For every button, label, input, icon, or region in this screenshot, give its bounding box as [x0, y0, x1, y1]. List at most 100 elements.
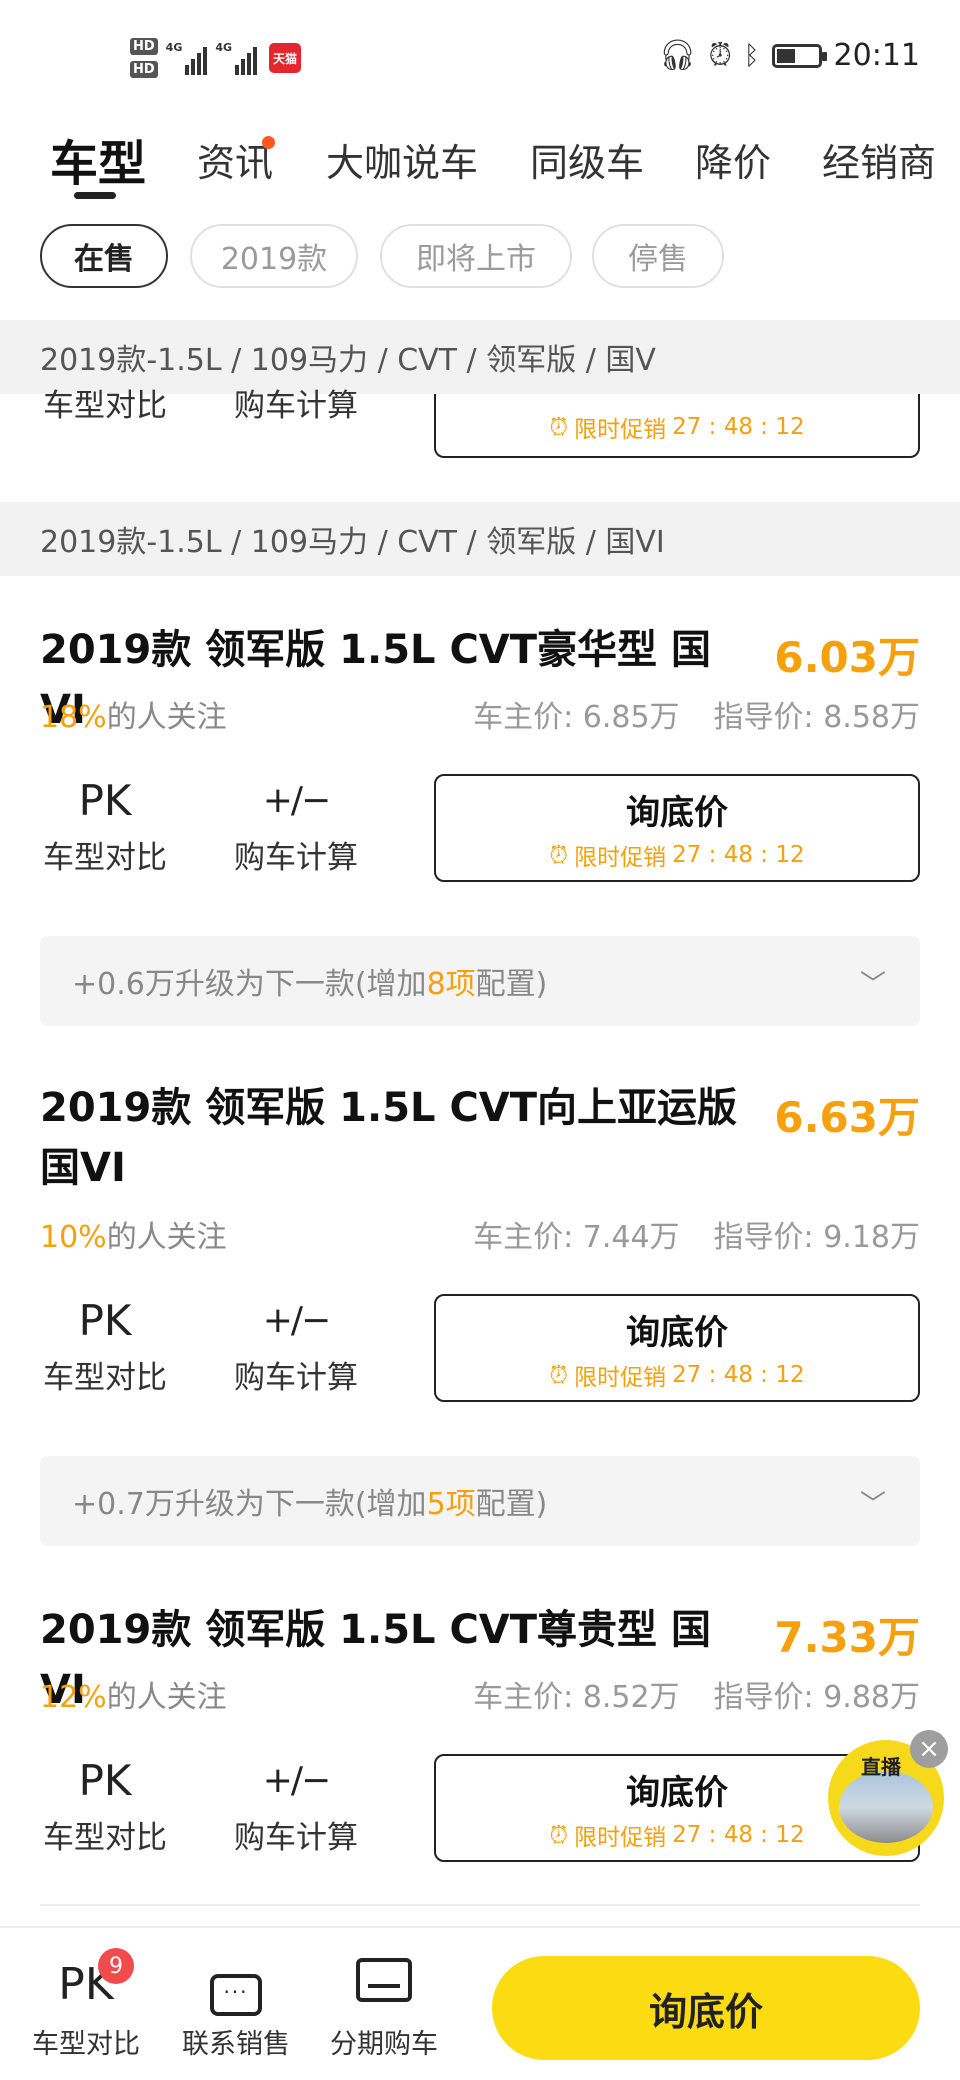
- promo-label: 限时促销: [574, 844, 667, 871]
- compare-action[interactable]: PK 车型对比: [35, 774, 175, 877]
- compare-label: 车型对比: [43, 840, 167, 876]
- contact-sales-label: 联系销售: [182, 2029, 290, 2060]
- reference-prices: 车主价: 8.52万 指导价: 9.88万: [473, 1672, 920, 1716]
- calc-action[interactable]: +/− 购车计算: [226, 774, 366, 877]
- follow-percent: 12%: [40, 1680, 107, 1715]
- follow-suffix: 的人关注: [106, 1220, 227, 1255]
- ask-price-button[interactable]: 询底价 ⏰︎ 限时促销 27 : 48 : 12: [434, 1294, 920, 1402]
- tab-competitors[interactable]: 同级车: [530, 132, 644, 187]
- upgrade-hint[interactable]: +0.6万升级为下一款(增加 8项 配置) ﹀: [40, 936, 920, 1026]
- promo-label: 限时促销: [574, 1364, 667, 1391]
- alarm-icon: ⏰︎: [708, 37, 732, 73]
- clock: 20:11: [833, 38, 920, 73]
- upgrade-count: 8项: [426, 967, 476, 1002]
- calculator-icon: +/−: [262, 1760, 331, 1801]
- guide-price: 指导价: 9.18万: [713, 1220, 920, 1255]
- compare-action[interactable]: PK 车型对比: [35, 1754, 175, 1857]
- compare-action[interactable]: PK 车型对比: [35, 1294, 175, 1397]
- chevron-down-icon: ﹀: [859, 1490, 886, 1520]
- network-1-label: 4G: [165, 41, 183, 54]
- ask-price-label: 询底价: [626, 1772, 728, 1813]
- hd1-badge: HD: [130, 38, 158, 55]
- tmall-notification-icon: 天猫: [269, 43, 302, 73]
- active-tab-underline: [74, 192, 116, 199]
- upgrade-prefix: +0.7万升级为下一款(增加: [72, 1487, 427, 1522]
- pk-icon: PK: [78, 1296, 132, 1345]
- bottom-ask-price-button[interactable]: 询底价: [492, 1956, 920, 2060]
- promo-label: 限时促销: [574, 417, 667, 443]
- chevron-down-icon: ﹀: [859, 970, 886, 1000]
- upgrade-hint[interactable]: +0.7万升级为下一款(增加 5项 配置) ﹀: [40, 1456, 920, 1546]
- filter-discontinued[interactable]: 停售: [592, 224, 724, 288]
- filter-2019[interactable]: 2019款: [190, 224, 358, 288]
- promo-label: 限时促销: [574, 1824, 667, 1851]
- follow-suffix: 的人关注: [106, 700, 227, 735]
- tab-price-drop[interactable]: 降价: [695, 132, 771, 187]
- status-filter-bar: 在售 2019款 即将上市 停售: [40, 224, 940, 288]
- status-bar-right: 🎧︎ ⏰︎ ᛒ 20:11: [658, 38, 920, 73]
- calc-label: 购车计算: [234, 840, 358, 876]
- hd-indicators: HD HD: [130, 38, 158, 78]
- ask-price-button[interactable]: ⏰︎ 限时促销 27 : 48 : 12: [434, 394, 920, 458]
- upgrade-prefix: +0.6万升级为下一款(增加: [72, 967, 427, 1002]
- calc-label: 购车计算: [234, 388, 358, 424]
- owner-price: 车主价: 7.44万: [473, 1220, 680, 1255]
- countdown-timer: 27 : 48 : 12: [672, 1821, 805, 1848]
- ask-price-button[interactable]: 询底价 ⏰︎ 限时促销 27 : 48 : 12: [434, 774, 920, 882]
- top-tabs: 车型 资讯 大咖说车 同级车 降价 经销商: [0, 110, 960, 210]
- alarm-clock-icon: ⏰︎: [549, 1820, 569, 1849]
- ask-price-label: 询底价: [626, 792, 728, 833]
- bottom-compare-label: 车型对比: [32, 2029, 140, 2060]
- close-icon[interactable]: ×: [910, 1730, 948, 1768]
- calculator-icon: +/−: [262, 1300, 331, 1341]
- follow-percent: 18%: [40, 700, 107, 735]
- calc-action[interactable]: +/− 购车计算: [226, 1294, 366, 1397]
- owner-price: 车主价: 6.85万: [473, 700, 680, 735]
- compare-label: 车型对比: [43, 1360, 167, 1396]
- guide-price: 指导价: 9.88万: [713, 1680, 920, 1715]
- follow-suffix: 的人关注: [106, 1680, 227, 1715]
- calc-label: 购车计算: [234, 1360, 358, 1396]
- promo-countdown: ⏰︎ 限时促销 27 : 48 : 12: [549, 1818, 804, 1852]
- trim-price: 6.03万: [774, 633, 920, 682]
- trim-title[interactable]: 2019款 领军版 1.5L CVT向上亚运版 国VI: [40, 1078, 740, 1198]
- upgrade-count: 5项: [426, 1487, 476, 1522]
- filter-upcoming[interactable]: 即将上市: [380, 224, 572, 288]
- compare-action[interactable]: 车型对比: [35, 376, 175, 425]
- live-tag: 直播: [861, 1755, 901, 1779]
- bluetooth-icon: ᛒ: [743, 40, 760, 71]
- upgrade-suffix: 配置): [475, 1487, 548, 1522]
- status-bar: HD HD 4G 4G 天猫 🎧︎ ⏰︎ ᛒ 20:11: [0, 0, 960, 110]
- network-2-label: 4G: [215, 41, 233, 54]
- follow-percent: 10%: [40, 1220, 107, 1255]
- reference-prices: 车主价: 6.85万 指导价: 8.58万: [473, 692, 920, 736]
- tab-expert-reviews[interactable]: 大咖说车: [326, 132, 478, 187]
- calc-action[interactable]: 购车计算: [226, 376, 366, 425]
- countdown-timer: 27 : 48 : 12: [672, 1361, 805, 1388]
- credit-card-icon: [314, 1958, 454, 2012]
- battery-icon: [771, 43, 827, 68]
- signal-1-icon: 4G: [166, 41, 208, 75]
- group-header-national-vi: 2019款-1.5L / 109马力 / CVT / 领军版 / 国VI: [0, 502, 960, 576]
- filter-on-sale[interactable]: 在售: [40, 224, 168, 288]
- status-bar-left: HD HD 4G 4G 天猫: [130, 30, 302, 86]
- compare-label: 车型对比: [43, 1820, 167, 1856]
- follow-rate: 18%的人关注: [40, 692, 227, 736]
- alarm-clock-icon: ⏰︎: [549, 413, 569, 441]
- countdown-timer: 27 : 48 : 12: [672, 414, 805, 440]
- installment-button[interactable]: 分期购车: [314, 1958, 454, 2061]
- headphones-icon: 🎧︎: [658, 37, 697, 73]
- trim-price: 7.33万: [774, 1613, 920, 1662]
- bottom-compare-button[interactable]: PK 9 车型对比: [16, 1948, 156, 2061]
- guide-price: 指导价: 8.58万: [713, 700, 920, 735]
- bottom-action-bar: PK 9 车型对比 ··· 联系销售 分期购车 询底价: [0, 1926, 960, 2080]
- alarm-clock-icon: ⏰︎: [549, 840, 569, 869]
- news-unread-dot: [262, 136, 275, 149]
- tab-models[interactable]: 车型: [50, 124, 146, 194]
- calc-label: 购车计算: [234, 1820, 358, 1856]
- compare-label: 车型对比: [43, 388, 167, 424]
- contact-sales-button[interactable]: ··· 联系销售: [166, 1958, 306, 2061]
- calc-action[interactable]: +/− 购车计算: [226, 1754, 366, 1857]
- owner-price: 车主价: 8.52万: [473, 1680, 680, 1715]
- tab-dealers[interactable]: 经销商: [822, 132, 936, 187]
